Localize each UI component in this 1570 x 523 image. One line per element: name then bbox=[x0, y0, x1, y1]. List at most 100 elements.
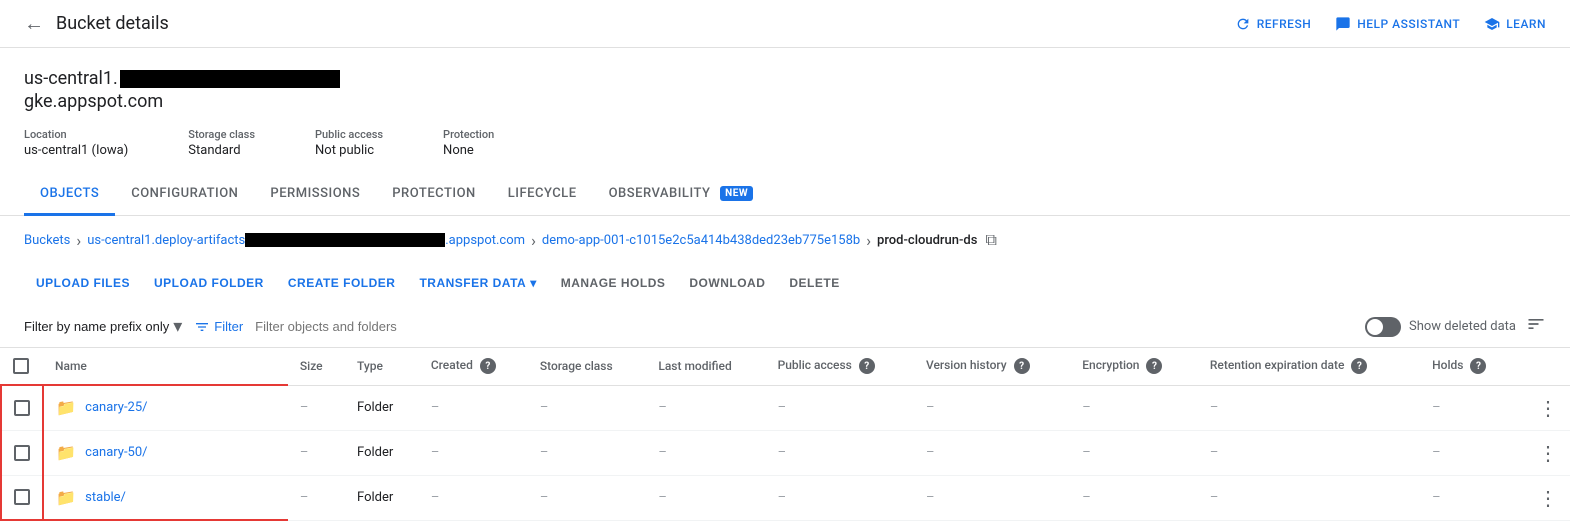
cell-name-0: 📁 canary-25/ bbox=[43, 385, 288, 430]
upload-files-button[interactable]: UPLOAD FILES bbox=[24, 268, 142, 298]
filter-label: Filter bbox=[214, 319, 243, 334]
bucket-info: us-central1. gke.appspot.com Location us… bbox=[0, 48, 1570, 158]
back-button[interactable]: ← bbox=[24, 11, 44, 36]
version-help-icon[interactable]: ? bbox=[1014, 358, 1030, 374]
manage-holds-button[interactable]: MANAGE HOLDS bbox=[549, 268, 678, 298]
cell-created-2: – bbox=[419, 475, 528, 520]
help-icon bbox=[1335, 16, 1351, 32]
bucket-meta: Location us-central1 (Iowa) Storage clas… bbox=[24, 128, 1546, 158]
row-menu-button-1[interactable]: ⋮ bbox=[1538, 441, 1558, 465]
table-row: 📁 canary-25/ – Folder – – – – – – – – ⋮ bbox=[1, 385, 1570, 430]
tab-permissions[interactable]: PERMISSIONS bbox=[254, 174, 376, 216]
storage-class-value: Standard bbox=[188, 143, 255, 158]
row-checkbox-0[interactable] bbox=[14, 400, 30, 416]
row-checkbox-1[interactable] bbox=[14, 445, 30, 461]
action-bar: UPLOAD FILES UPLOAD FOLDER CREATE FOLDER… bbox=[0, 260, 1570, 306]
breadcrumb-sep-2: › bbox=[531, 231, 536, 250]
folder-icon-1: 📁 bbox=[56, 443, 76, 462]
tab-protection[interactable]: PROTECTION bbox=[376, 174, 491, 216]
delete-button[interactable]: DELETE bbox=[777, 268, 851, 298]
cell-name-2: 📁 stable/ bbox=[43, 475, 288, 520]
cell-last-modified-1: – bbox=[646, 430, 765, 475]
cell-retention-1: – bbox=[1198, 430, 1420, 475]
public-access-meta: Public access Not public bbox=[315, 128, 383, 158]
refresh-label: REFRESH bbox=[1257, 17, 1312, 31]
row-checkbox-2[interactable] bbox=[14, 489, 30, 505]
breadcrumb-middle[interactable]: demo-app-001-c1015e2c5a414b438ded23eb775… bbox=[542, 233, 860, 248]
cell-version-history-0: – bbox=[914, 385, 1070, 430]
cell-storage-class-0: – bbox=[528, 385, 647, 430]
cell-storage-class-2: – bbox=[528, 475, 647, 520]
breadcrumb-sep-3: › bbox=[866, 231, 871, 250]
breadcrumb-path[interactable]: us-central1.deploy-artifacts.appspot.com bbox=[87, 233, 525, 248]
cell-holds-1: – bbox=[1420, 430, 1516, 475]
breadcrumb-current: prod-cloudrun-ds bbox=[877, 233, 977, 248]
filter-left: Filter by name prefix only ▾ Filter bbox=[24, 316, 555, 337]
create-folder-button[interactable]: CREATE FOLDER bbox=[276, 268, 408, 298]
columns-icon bbox=[1526, 314, 1546, 334]
cell-encryption-0: – bbox=[1070, 385, 1198, 430]
col-type: Type bbox=[345, 348, 419, 385]
cell-retention-2: – bbox=[1198, 475, 1420, 520]
breadcrumb-sep-1: › bbox=[76, 231, 81, 250]
retention-help-icon[interactable]: ? bbox=[1351, 358, 1367, 374]
header-checkbox-col bbox=[1, 348, 43, 385]
select-all-checkbox[interactable] bbox=[13, 358, 29, 374]
header-left: ← Bucket details bbox=[24, 11, 169, 36]
transfer-dropdown-arrow: ▾ bbox=[530, 276, 537, 290]
help-assistant-button[interactable]: HELP ASSISTANT bbox=[1335, 16, 1460, 32]
location-label: Location bbox=[24, 128, 128, 141]
cell-size-2: – bbox=[288, 475, 345, 520]
cell-encryption-2: – bbox=[1070, 475, 1198, 520]
filter-button[interactable]: Filter bbox=[194, 319, 243, 335]
refresh-button[interactable]: REFRESH bbox=[1235, 16, 1312, 32]
col-name: Name bbox=[43, 348, 288, 385]
transfer-data-button[interactable]: TRANSFER DATA ▾ bbox=[407, 268, 548, 298]
learn-button[interactable]: LEARN bbox=[1484, 16, 1546, 32]
col-public-access: Public access ? bbox=[766, 348, 914, 385]
col-actions bbox=[1516, 348, 1570, 385]
col-encryption: Encryption ? bbox=[1070, 348, 1198, 385]
cell-holds-2: – bbox=[1420, 475, 1516, 520]
show-deleted-label: Show deleted data bbox=[1409, 319, 1516, 334]
folder-link-2[interactable]: stable/ bbox=[85, 490, 126, 505]
holds-help-icon[interactable]: ? bbox=[1470, 358, 1486, 374]
deleted-toggle-switch[interactable] bbox=[1365, 317, 1401, 337]
col-retention: Retention expiration date ? bbox=[1198, 348, 1420, 385]
protection-meta: Protection None bbox=[443, 128, 494, 158]
col-storage-class: Storage class bbox=[528, 348, 647, 385]
download-button[interactable]: DOWNLOAD bbox=[677, 268, 777, 298]
tab-objects[interactable]: OBJECTS bbox=[24, 174, 115, 216]
filter-input[interactable] bbox=[255, 319, 555, 334]
cell-version-history-2: – bbox=[914, 475, 1070, 520]
copy-path-button[interactable]: ⧉ bbox=[985, 230, 996, 250]
row-menu-button-2[interactable]: ⋮ bbox=[1538, 486, 1558, 510]
cell-menu-2: ⋮ bbox=[1516, 475, 1570, 520]
public-access-help-icon[interactable]: ? bbox=[859, 358, 875, 374]
help-label: HELP ASSISTANT bbox=[1357, 17, 1460, 31]
breadcrumb-buckets[interactable]: Buckets bbox=[24, 233, 70, 248]
toggle-knob bbox=[1367, 319, 1383, 335]
row-menu-button-0[interactable]: ⋮ bbox=[1538, 396, 1558, 420]
location-meta: Location us-central1 (Iowa) bbox=[24, 128, 128, 158]
folder-link-1[interactable]: canary-50/ bbox=[85, 445, 147, 460]
cell-name-1: 📁 canary-50/ bbox=[43, 430, 288, 475]
cell-size-1: – bbox=[288, 430, 345, 475]
cell-type-1: Folder bbox=[345, 430, 419, 475]
learn-label: LEARN bbox=[1506, 17, 1546, 31]
cell-type-0: Folder bbox=[345, 385, 419, 430]
bucket-name-redacted bbox=[120, 70, 340, 88]
created-help-icon[interactable]: ? bbox=[480, 358, 496, 374]
upload-folder-button[interactable]: UPLOAD FOLDER bbox=[142, 268, 276, 298]
cell-created-0: – bbox=[419, 385, 528, 430]
columns-settings-button[interactable] bbox=[1526, 314, 1546, 339]
tab-observability[interactable]: OBSERVABILITY NEW bbox=[593, 174, 770, 216]
tab-lifecycle[interactable]: LIFECYCLE bbox=[492, 174, 593, 216]
filter-dropdown-button[interactable]: Filter by name prefix only ▾ bbox=[24, 316, 182, 337]
filter-icon bbox=[194, 319, 210, 335]
encryption-help-icon[interactable]: ? bbox=[1146, 358, 1162, 374]
table-header: Name Size Type Created ? Storage class L… bbox=[1, 348, 1570, 385]
col-created: Created ? bbox=[419, 348, 528, 385]
tab-configuration[interactable]: CONFIGURATION bbox=[115, 174, 254, 216]
folder-link-0[interactable]: canary-25/ bbox=[85, 400, 147, 415]
